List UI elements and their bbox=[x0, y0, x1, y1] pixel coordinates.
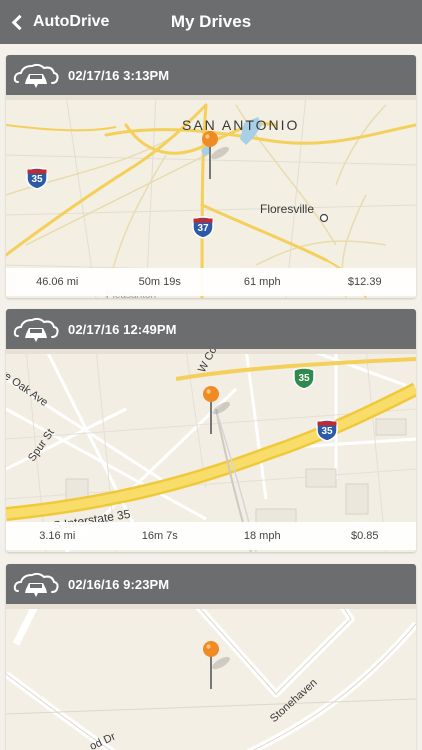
drive-card-header: 02/16/16 9:23PM bbox=[6, 564, 416, 604]
map-pin-icon bbox=[203, 641, 230, 691]
drive-card-1[interactable]: SAN ANTONIO Floresville Pleasanton 35 37 bbox=[6, 55, 416, 298]
map-label-town: Floresville bbox=[260, 202, 315, 216]
car-cloud-icon bbox=[13, 317, 59, 342]
drive-date: 02/17/16 12:49PM bbox=[68, 321, 177, 337]
drive-stats: 3.16 mi 16m 7s 18 mph $0.85 bbox=[6, 522, 416, 550]
drive-map-3: Stonehaven od Dr bbox=[6, 604, 416, 750]
drive-cost: $0.85 bbox=[350, 530, 379, 542]
drive-date: 02/17/16 3:13PM bbox=[68, 67, 170, 83]
highway-shield-icon: 35 bbox=[292, 366, 316, 390]
drive-max-speed: 18 mph bbox=[243, 530, 281, 542]
interstate-shield-icon: 35 bbox=[25, 166, 49, 190]
nav-bar: AutoDrive My Drives bbox=[0, 0, 422, 44]
drive-max-speed: 61 mph bbox=[243, 276, 281, 288]
shield-number: 37 bbox=[197, 223, 209, 234]
drive-card-header: 02/17/16 12:49PM bbox=[6, 309, 416, 349]
shield-number: 35 bbox=[321, 426, 333, 437]
map-label-city: SAN ANTONIO bbox=[182, 117, 300, 133]
car-cloud-icon bbox=[13, 572, 59, 597]
drive-cost: $12.39 bbox=[347, 276, 382, 288]
drive-duration: 50m 19s bbox=[138, 276, 181, 288]
back-button-label: AutoDrive bbox=[33, 13, 110, 30]
drive-date: 02/16/16 9:23PM bbox=[68, 576, 170, 592]
drive-card-2[interactable]: W Coll St ve Oak Ave Spur St S Interstat… bbox=[6, 309, 416, 552]
interstate-shield-icon: 37 bbox=[191, 215, 215, 239]
drive-card-header: 02/17/16 3:13PM bbox=[6, 55, 416, 95]
chevron-left-icon bbox=[11, 14, 28, 30]
drive-card-3[interactable]: Stonehaven od Dr 02/16/16 9:23PM bbox=[6, 564, 416, 750]
drive-distance: 3.16 mi bbox=[39, 530, 76, 542]
interstate-shield-icon: 35 bbox=[315, 418, 339, 442]
drive-duration: 16m 7s bbox=[141, 530, 178, 542]
shield-number: 35 bbox=[31, 174, 43, 185]
car-cloud-icon bbox=[13, 63, 59, 88]
drive-stats: 46.06 mi 50m 19s 61 mph $12.39 bbox=[6, 268, 416, 296]
map-pin-icon bbox=[202, 131, 229, 181]
drive-distance: 46.06 mi bbox=[36, 276, 79, 288]
back-button[interactable]: AutoDrive bbox=[10, 0, 109, 44]
shield-number: 35 bbox=[298, 373, 310, 384]
map-pin-icon bbox=[203, 386, 230, 436]
